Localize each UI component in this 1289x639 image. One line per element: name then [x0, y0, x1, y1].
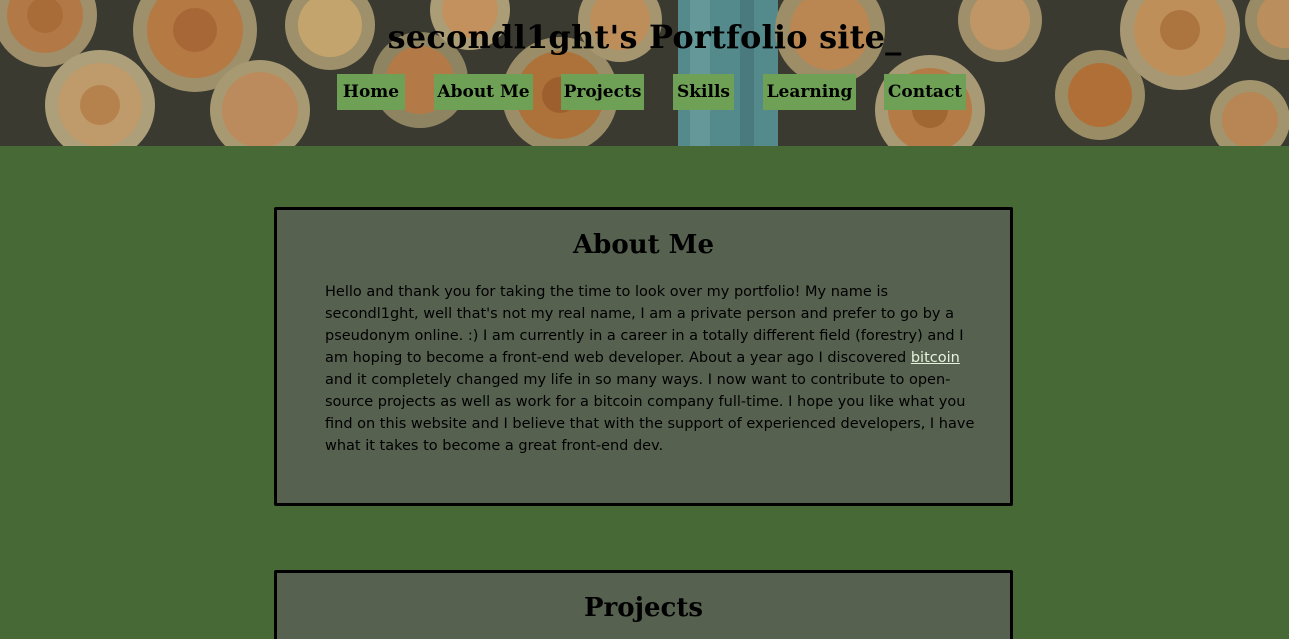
- about-me-paragraph: Hello and thank you for taking the time …: [325, 281, 975, 457]
- projects-section: Projects: [274, 570, 1013, 639]
- about-line: what it takes to become a great front-en…: [325, 438, 664, 454]
- bitcoin-link[interactable]: bitcoin: [911, 350, 960, 366]
- about-line: and it completely changed my life in so …: [325, 372, 951, 388]
- site-header: secondl1ght's Portfolio site_ Home About…: [0, 0, 1289, 146]
- projects-heading: Projects: [583, 593, 704, 623]
- main-nav: Home About Me Projects Skills Learning C…: [0, 74, 1289, 110]
- nav-learning-button[interactable]: Learning: [763, 74, 856, 110]
- about-line: am hoping to become a front-end web deve…: [325, 347, 967, 369]
- nav-home-button[interactable]: Home: [337, 74, 405, 110]
- about-line-text: am hoping to become a front-end web deve…: [325, 350, 911, 366]
- about-line: secondl1ght, well that's not my real nam…: [325, 306, 954, 322]
- about-line: find on this website and I believe that …: [325, 416, 975, 432]
- nav-about-me-button[interactable]: About Me: [434, 74, 533, 110]
- about-line: pseudonym online. :) I am currently in a…: [325, 328, 964, 344]
- about-me-section: About Me Hello and thank you for taking …: [274, 207, 1013, 506]
- site-title: secondl1ght's Portfolio site_: [387, 18, 902, 56]
- about-me-heading: About Me: [573, 230, 714, 260]
- about-line: Hello and thank you for taking the time …: [325, 284, 889, 300]
- about-line: source projects as well as work for a bi…: [325, 394, 966, 410]
- nav-projects-button[interactable]: Projects: [561, 74, 644, 110]
- nav-skills-button[interactable]: Skills: [673, 74, 734, 110]
- nav-contact-button[interactable]: Contact: [884, 74, 966, 110]
